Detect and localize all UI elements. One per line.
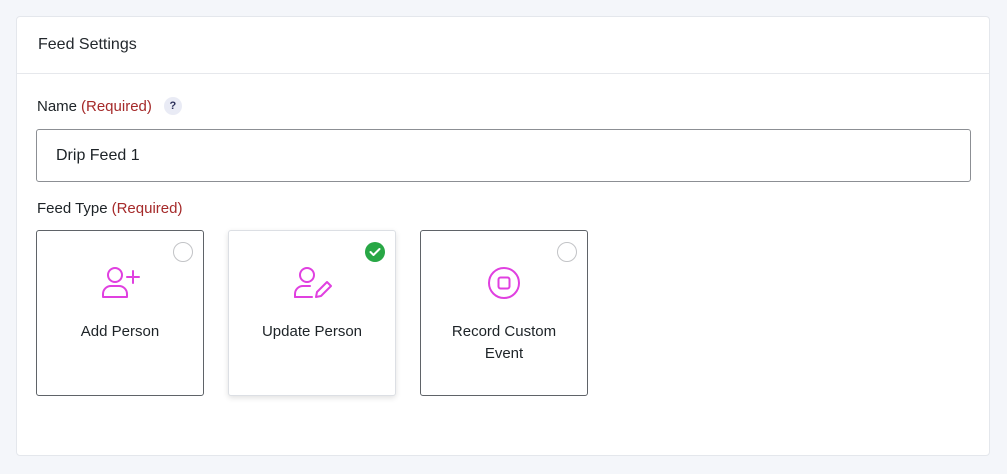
panel-header: Feed Settings: [17, 17, 989, 74]
name-label-text: Name: [37, 97, 78, 115]
feed-type-options: Add Person Update Person Record Custom E…: [36, 230, 588, 396]
help-icon[interactable]: ?: [163, 97, 182, 115]
feed-type-label-record-custom-event: Record Custom Event: [451, 323, 557, 362]
feed-type-label-update-person: Update Person: [261, 323, 363, 340]
name-input[interactable]: [36, 129, 971, 182]
feed-settings-panel: Feed Settings Name (Required) ? Feed Typ…: [16, 16, 990, 456]
radio-unchecked[interactable]: [557, 242, 577, 262]
record-event-icon: [482, 263, 526, 303]
panel-title: Feed Settings: [38, 36, 137, 53]
name-required-text: (Required): [81, 97, 152, 115]
radio-unchecked[interactable]: [173, 242, 193, 262]
edit-person-icon: [290, 263, 334, 303]
feed-type-label-add-person: Add Person: [80, 323, 160, 340]
feed-type-card-add-person[interactable]: Add Person: [36, 230, 204, 396]
feed-type-card-record-custom-event[interactable]: Record Custom Event: [420, 230, 588, 396]
add-person-icon: [98, 263, 142, 303]
check-icon[interactable]: [365, 242, 385, 262]
name-label: Name (Required) ?: [37, 97, 182, 115]
feed-type-card-update-person[interactable]: Update Person: [228, 230, 396, 396]
feed-type-required-text: (Required): [111, 200, 183, 217]
feed-type-label: Feed Type (Required): [37, 200, 182, 217]
feed-type-label-text: Feed Type: [37, 200, 108, 217]
